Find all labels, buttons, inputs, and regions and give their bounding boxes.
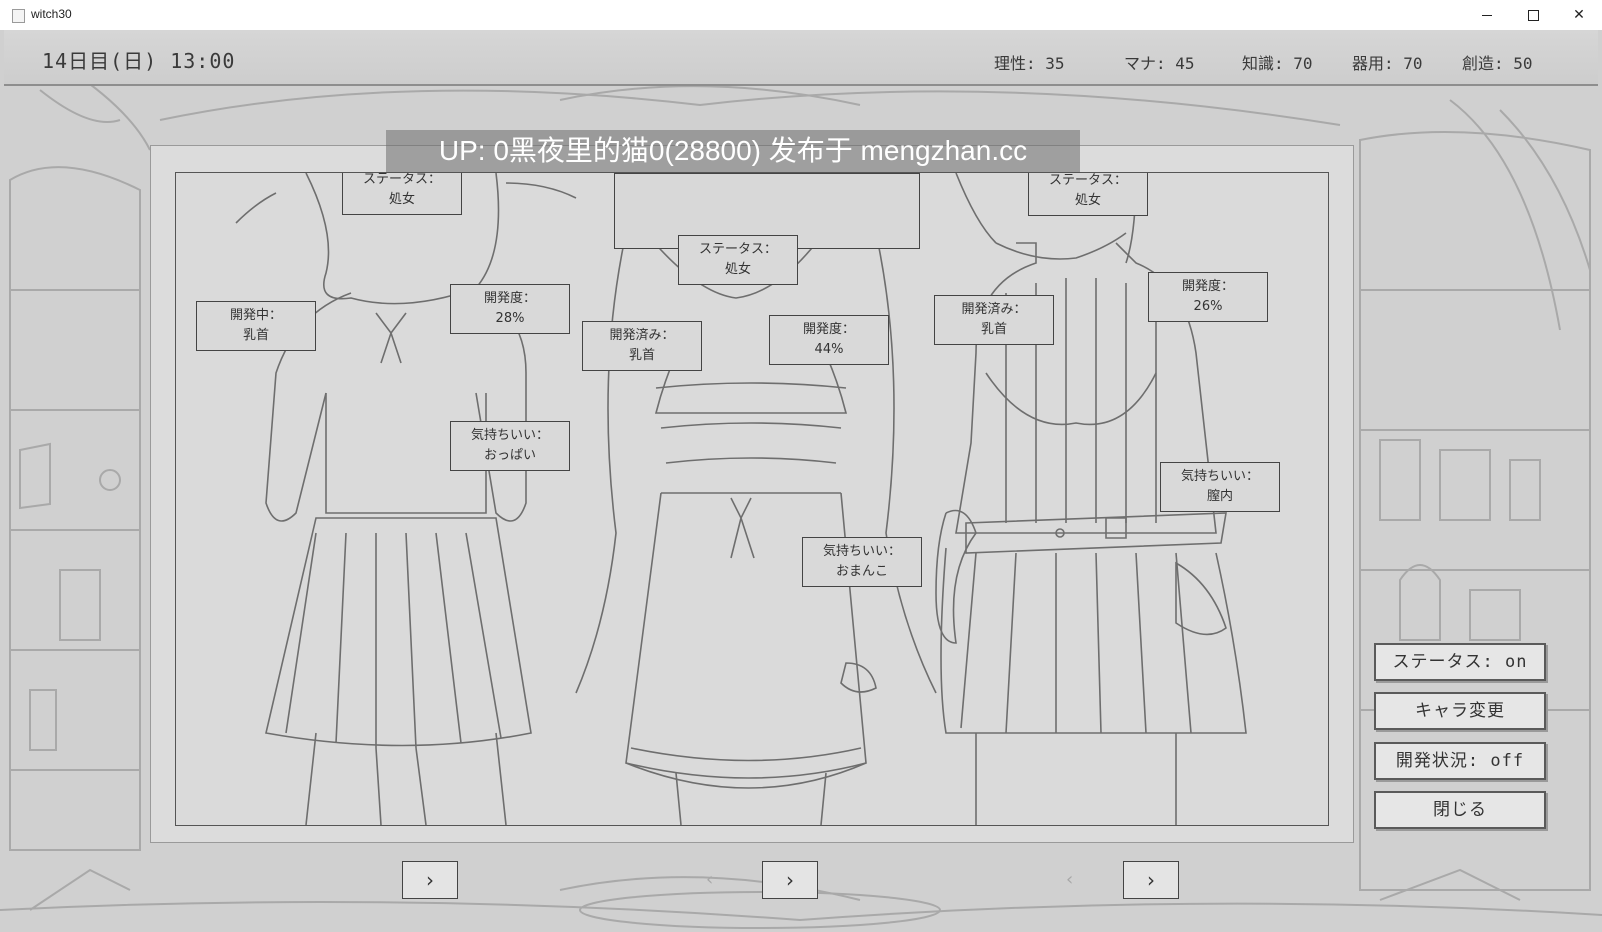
- tag-value: 乳首: [628, 348, 655, 363]
- chevron-right-icon: ›: [426, 868, 434, 892]
- char2-dev-level-tag: 開発度： 44%: [769, 315, 889, 365]
- hud-bar: 14日目(日) 13:00 理性: 35 マナ: 45 知識: 70 器用: 7…: [4, 30, 1598, 86]
- tag-title: ステータス：: [698, 242, 777, 257]
- tag-title: 開発済み：: [961, 302, 1027, 317]
- tag-title: 開発済み：: [609, 328, 675, 343]
- char3-status-tag: ステータス： 処女: [1028, 173, 1148, 216]
- stat-value: 70: [1293, 54, 1313, 73]
- char1-dev-part-tag: 開発中： 乳首: [196, 301, 316, 351]
- watermark-banner: UP: 0黑夜里的猫0(28800) 发布于 mengzhan.cc: [386, 130, 1080, 172]
- char3-dev-level-tag: 開発度： 26%: [1148, 272, 1268, 322]
- stat-dexterity: 器用: 70: [1352, 50, 1423, 74]
- char2-status-tag: ステータス： 処女: [678, 235, 798, 285]
- chevron-right-icon: ›: [1147, 868, 1155, 892]
- char3-next-button[interactable]: ›: [1123, 861, 1179, 899]
- tag-value: 28%: [495, 311, 525, 326]
- tag-title: 開発度：: [1181, 279, 1234, 294]
- tag-value: 乳首: [980, 322, 1007, 337]
- maximize-button[interactable]: [1510, 0, 1556, 30]
- tag-value: 26%: [1193, 299, 1223, 314]
- char3-dev-part-tag: 開発済み： 乳首: [934, 295, 1054, 345]
- stat-value: 70: [1403, 54, 1423, 73]
- char1-status-tag: ステータス： 処女: [342, 172, 462, 215]
- tag-value: 処女: [724, 262, 751, 277]
- development-toggle-button[interactable]: 開発状況: off: [1374, 742, 1546, 780]
- stat-label: 知識:: [1242, 54, 1284, 73]
- stat-value: 35: [1045, 54, 1065, 73]
- tag-title: 気持ちいい：: [470, 428, 549, 443]
- char2-pleasure-tag: 気持ちいい： おまんこ: [802, 537, 922, 587]
- tag-value: 処女: [1074, 193, 1101, 208]
- tag-title: 気持ちいい：: [1180, 469, 1259, 484]
- stat-knowledge: 知識: 70: [1242, 50, 1313, 74]
- stat-label: 理性:: [994, 54, 1036, 73]
- close-window-button[interactable]: ✕: [1556, 0, 1602, 30]
- chevron-right-icon: ›: [786, 868, 794, 892]
- stat-creation: 創造: 50: [1462, 50, 1533, 74]
- tag-title: ステータス：: [1048, 173, 1127, 188]
- char3-pleasure-tag: 気持ちいい： 膣内: [1160, 462, 1280, 512]
- day-time-display: 14日目(日) 13:00: [42, 49, 236, 73]
- status-toggle-button[interactable]: ステータス: on: [1374, 643, 1546, 681]
- char2-next-button[interactable]: ›: [762, 861, 818, 899]
- tag-title: 気持ちいい：: [822, 544, 901, 559]
- stat-mana: マナ: 45: [1124, 50, 1195, 74]
- tag-value: おっぱい: [483, 448, 536, 463]
- stat-label: マナ:: [1124, 54, 1166, 73]
- change-character-button[interactable]: キャラ変更: [1374, 692, 1546, 730]
- minimize-button[interactable]: [1464, 0, 1510, 30]
- minimize-icon: [1482, 14, 1492, 16]
- tag-title: 開発度：: [483, 291, 536, 306]
- char3-prev-button[interactable]: ‹: [1066, 869, 1073, 890]
- tag-value: 乳首: [242, 328, 269, 343]
- char1-next-button[interactable]: ›: [402, 861, 458, 899]
- close-panel-button[interactable]: 閉じる: [1374, 791, 1546, 829]
- stat-label: 器用:: [1352, 54, 1394, 73]
- window-titlebar: witch30 ✕: [0, 0, 1602, 31]
- stat-value: 50: [1513, 54, 1533, 73]
- tag-title: 開発度：: [802, 322, 855, 337]
- character-1-sketch: [235, 173, 577, 825]
- char2-dev-part-tag: 開発済み： 乳首: [582, 321, 702, 371]
- stat-label: 創造:: [1462, 54, 1504, 73]
- tag-title: ステータス：: [362, 172, 441, 187]
- close-icon: ✕: [1573, 7, 1585, 23]
- stat-value: 45: [1175, 54, 1195, 73]
- tag-value: 44%: [814, 342, 844, 357]
- tag-title: 開発中：: [229, 308, 282, 323]
- character-viewer: ステータス： 処女 開発中： 乳首 開発度： 28% 気持ちいい： おっぱい ステータス…: [175, 172, 1329, 826]
- app-icon: [12, 9, 25, 23]
- game-scene: 14日目(日) 13:00 理性: 35 マナ: 45 知識: 70 器用: 7…: [0, 30, 1602, 932]
- tag-value: おまんこ: [835, 564, 888, 579]
- maximize-icon: [1527, 9, 1539, 21]
- tag-value: 処女: [388, 192, 415, 207]
- window-title: witch30: [31, 7, 72, 21]
- char1-pleasure-tag: 気持ちいい： おっぱい: [450, 421, 570, 471]
- tag-value: 膣内: [1206, 489, 1233, 504]
- status-panel: ステータス： 処女 開発中： 乳首 開発度： 28% 気持ちいい： おっぱい ステータス…: [150, 145, 1354, 843]
- char2-prev-button[interactable]: ‹: [706, 869, 713, 890]
- stat-reason: 理性: 35: [994, 50, 1065, 74]
- char1-dev-level-tag: 開発度： 28%: [450, 284, 570, 334]
